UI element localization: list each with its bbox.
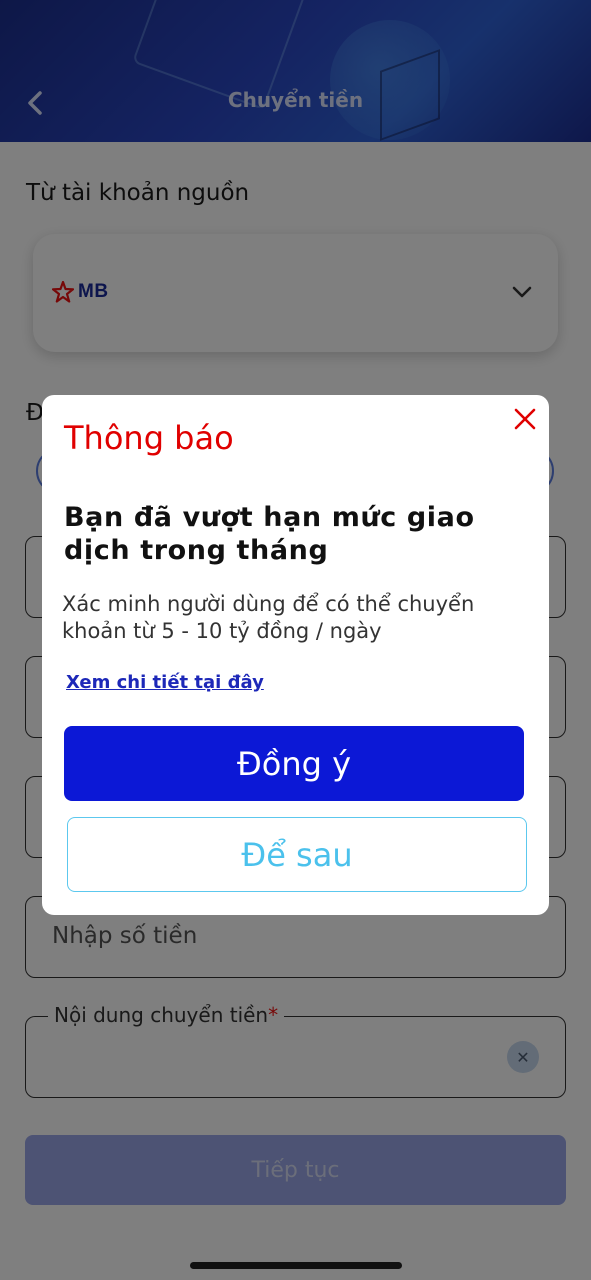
agree-button[interactable]: Đồng ý	[64, 726, 524, 801]
dialog-heading: Bạn đã vượt hạn mức giao dịch trong thán…	[64, 502, 475, 566]
later-button[interactable]: Để sau	[67, 817, 527, 892]
home-indicator	[190, 1262, 402, 1269]
close-icon	[514, 408, 536, 430]
notification-dialog: Thông báo Bạn đã vượt hạn mức giao dịch …	[42, 395, 549, 915]
dialog-close-button[interactable]	[513, 407, 537, 431]
dialog-title: Thông báo	[64, 419, 234, 457]
dialog-message: Xác minh người dùng để có thể chuyển kho…	[62, 592, 475, 643]
details-link[interactable]: Xem chi tiết tại đây	[66, 672, 264, 693]
